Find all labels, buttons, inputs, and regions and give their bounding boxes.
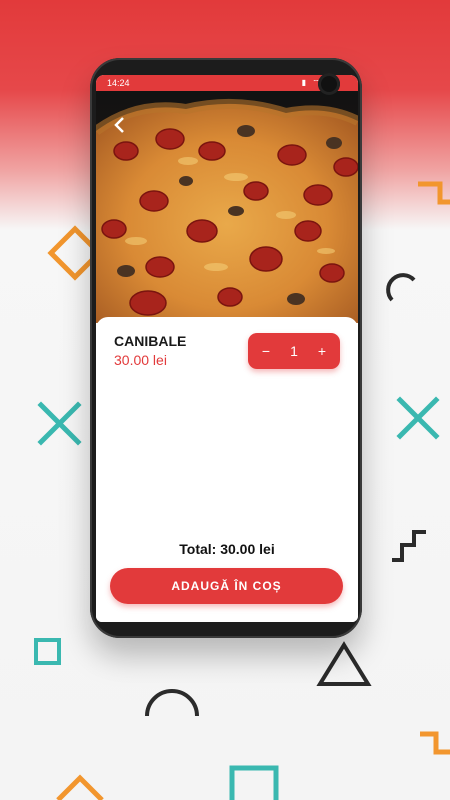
product-details-sheet: CANIBALE 30.00 lei − 1 + Total: 30.00 le…: [96, 317, 358, 622]
dark-triangle-shape: [316, 641, 372, 686]
product-price: 30.00 lei: [114, 352, 167, 368]
orange-chevron-shape: [56, 774, 104, 800]
back-arrow-icon: [114, 117, 124, 133]
product-image: [96, 91, 358, 323]
order-total: Total: 30.00 lei: [179, 541, 275, 557]
quantity-value: 1: [290, 343, 298, 359]
teal-square-shape-small: [34, 638, 61, 665]
camera-icon: [318, 73, 340, 95]
dark-arc-shape: [386, 273, 416, 302]
teal-square-shape-large: [229, 765, 279, 800]
status-time: 14:24: [107, 78, 130, 88]
teal-x-shape-left: [37, 401, 82, 446]
app-screen: 14:24 ▮ ⌔ ▾ CANIBALE 30.00 lei − 1 + Tot…: [96, 75, 358, 622]
back-button[interactable]: [110, 115, 130, 135]
teal-x-shape-right: [396, 396, 440, 440]
product-name: CANIBALE: [114, 333, 187, 349]
increase-quantity-button[interactable]: +: [310, 333, 334, 369]
quantity-stepper: − 1 +: [248, 333, 340, 369]
decrease-quantity-button[interactable]: −: [254, 333, 278, 369]
dark-semicircle-shape: [145, 689, 199, 717]
dark-stairs-shape: [392, 530, 426, 562]
add-to-cart-button[interactable]: ADAUGĂ ÎN COȘ: [110, 568, 343, 604]
pizza-image: [96, 91, 358, 323]
orange-step-shape: [418, 181, 450, 205]
orange-step-shape-bottom: [420, 731, 450, 755]
